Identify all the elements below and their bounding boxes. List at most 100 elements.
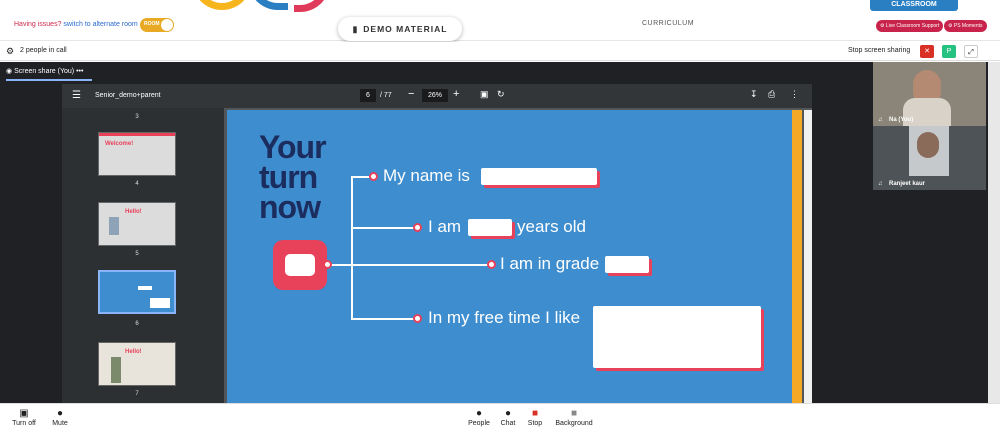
live-support-label: Live Classroom Support: [885, 23, 940, 29]
page-total: / 77: [380, 92, 392, 99]
robot-face: [285, 254, 315, 276]
live-support-button[interactable]: ⚙ Live Classroom Support: [876, 20, 944, 32]
pdf-toolbar: ☰ Senior_demo+parent 6 / 77 − 26% + ▣ ↻ …: [62, 84, 812, 108]
switch-room-link[interactable]: switch to alternate room: [63, 21, 137, 28]
print-icon[interactable]: ⎙: [768, 89, 775, 100]
background-button[interactable]: ■ Background: [552, 408, 596, 427]
thumbnail-accent: [99, 133, 175, 136]
person-icon: ●: [475, 408, 483, 419]
presenter-badge[interactable]: P: [942, 45, 956, 58]
zoom-out-icon[interactable]: −: [408, 88, 414, 100]
slide-line-grade: I am in grade: [500, 254, 600, 273]
background-label: Background: [555, 420, 593, 427]
thumbnail-label: 7: [135, 391, 139, 397]
page-number-input[interactable]: 6: [360, 89, 376, 102]
fullscreen-icon[interactable]: ⤢: [964, 45, 978, 58]
background-icon: ■: [570, 408, 578, 419]
demo-material-button[interactable]: ▮ DEMO MATERIAL: [338, 17, 462, 41]
screen-share-label: Screen share (You): [14, 68, 75, 75]
chat-label: Chat: [500, 420, 516, 427]
connector-line: [351, 264, 491, 266]
connector-dot: [323, 260, 332, 269]
participant-tile-self[interactable]: ♫ Na (You): [873, 62, 986, 126]
ps-moments-button[interactable]: ⚙ PS Moments: [944, 20, 987, 32]
participant-name: Ranjeet kaur: [889, 181, 926, 187]
top-bar: Having issues? switch to alternate room …: [0, 0, 1000, 41]
brand-logo-arc-blue: [248, 0, 288, 10]
answer-box-name: [481, 168, 597, 185]
answer-box-grade: [605, 256, 649, 273]
chat-button[interactable]: ● Chat: [498, 408, 518, 427]
people-count: 2 people in call: [20, 47, 67, 54]
stop-sharing-close-icon[interactable]: ✕: [920, 45, 934, 58]
thumbnail-title: Hello!: [125, 209, 142, 215]
call-info-bar: ⚙ 2 people in call Stop screen sharing ✕…: [0, 42, 1000, 61]
issues-text: Having issues?: [14, 21, 62, 28]
slide-line-age: I am: [428, 217, 462, 236]
more-options-icon[interactable]: •••: [76, 68, 83, 75]
thumbnail-page-5[interactable]: Hello!: [98, 202, 176, 246]
settings-icon[interactable]: ⚙: [6, 46, 14, 57]
mute-label: Mute: [52, 420, 68, 427]
participant-name: Na (You): [889, 117, 914, 123]
thumbnail-label: 5: [135, 251, 139, 257]
presentation-slide: Your turn now My name is I am years old: [227, 110, 802, 403]
stop-label: Stop: [527, 420, 543, 427]
connector-dot: [369, 172, 378, 181]
brand-logo-arc-red: [294, 0, 330, 12]
vertical-scrollbar[interactable]: [804, 110, 812, 403]
thumbnail-box: [138, 286, 152, 290]
thumbnail-label: 4: [135, 181, 139, 187]
zoom-level[interactable]: 26%: [422, 89, 448, 102]
thumbnail-label: 6: [135, 321, 139, 327]
slide-title: Your turn now: [259, 129, 327, 225]
curriculum-link[interactable]: CURRICULUM: [642, 20, 694, 27]
connector-line: [351, 176, 353, 320]
slide-title-line: turn: [259, 159, 318, 195]
connector-line: [351, 318, 417, 320]
slide-title-line: now: [259, 189, 321, 225]
participant-tile-ranjeet[interactable]: ♫ Ranjeet kaur: [873, 126, 986, 190]
screen-share-tab[interactable]: ◉ Screen share (You) •••: [6, 67, 83, 75]
menu-icon[interactable]: ☰: [72, 90, 81, 101]
download-icon[interactable]: ↧: [750, 89, 758, 100]
people-button[interactable]: ● People: [466, 408, 492, 427]
thumbnail-title: Hello!: [125, 349, 142, 355]
slide-title-line: Your: [259, 129, 327, 165]
pdf-filename: Senior_demo+parent: [95, 92, 161, 99]
rotate-icon[interactable]: ↻: [497, 89, 505, 100]
thumbnail-label: 3: [135, 114, 139, 120]
folder-icon: ▮: [352, 23, 359, 34]
thumbnail-page-6-active[interactable]: [98, 270, 176, 314]
thumbnail-page-4[interactable]: Welcome!: [98, 132, 176, 176]
person-icon: [111, 357, 121, 383]
brand-logo-arc-yellow: [192, 0, 252, 10]
gear-icon: ⚙: [880, 23, 885, 29]
camera-label: Turn off: [12, 420, 36, 427]
slide-accent-bar: [792, 110, 802, 403]
thumbnail-title: Welcome!: [105, 141, 134, 147]
connector-dot: [487, 260, 496, 269]
room-toggle[interactable]: ROOM: [140, 18, 174, 32]
people-label: People: [468, 420, 490, 427]
connector-dot: [413, 314, 422, 323]
thumbnail-box: [150, 298, 170, 308]
chat-icon: ●: [504, 408, 512, 419]
side-scrollbar[interactable]: [988, 62, 1000, 403]
more-vert-icon[interactable]: ⋮: [790, 89, 799, 100]
slide-line-free-time: In my free time I like: [428, 308, 581, 327]
shield-icon: ◉: [6, 68, 13, 75]
zoom-in-icon[interactable]: +: [453, 88, 459, 100]
classroom-tab[interactable]: CLASSROOM: [870, 0, 958, 11]
mic-icon: ♫: [878, 181, 883, 187]
thumbnail-sidebar: 3 Welcome! 4 Hello! 5 6 Hello! 7: [62, 108, 224, 403]
slide-line-name: My name is: [383, 166, 470, 185]
mute-button[interactable]: ● Mute: [48, 408, 72, 427]
thumbnail-page-7[interactable]: Hello!: [98, 342, 176, 386]
issues-notice: Having issues? switch to alternate room: [14, 21, 138, 28]
room-toggle-label: ROOM: [144, 21, 160, 27]
stop-share-button[interactable]: ■ Stop: [524, 408, 546, 427]
fit-page-icon[interactable]: ▣: [480, 89, 489, 100]
camera-button[interactable]: ▣ Turn off: [8, 408, 40, 427]
demo-material-label: DEMO MATERIAL: [363, 24, 448, 34]
